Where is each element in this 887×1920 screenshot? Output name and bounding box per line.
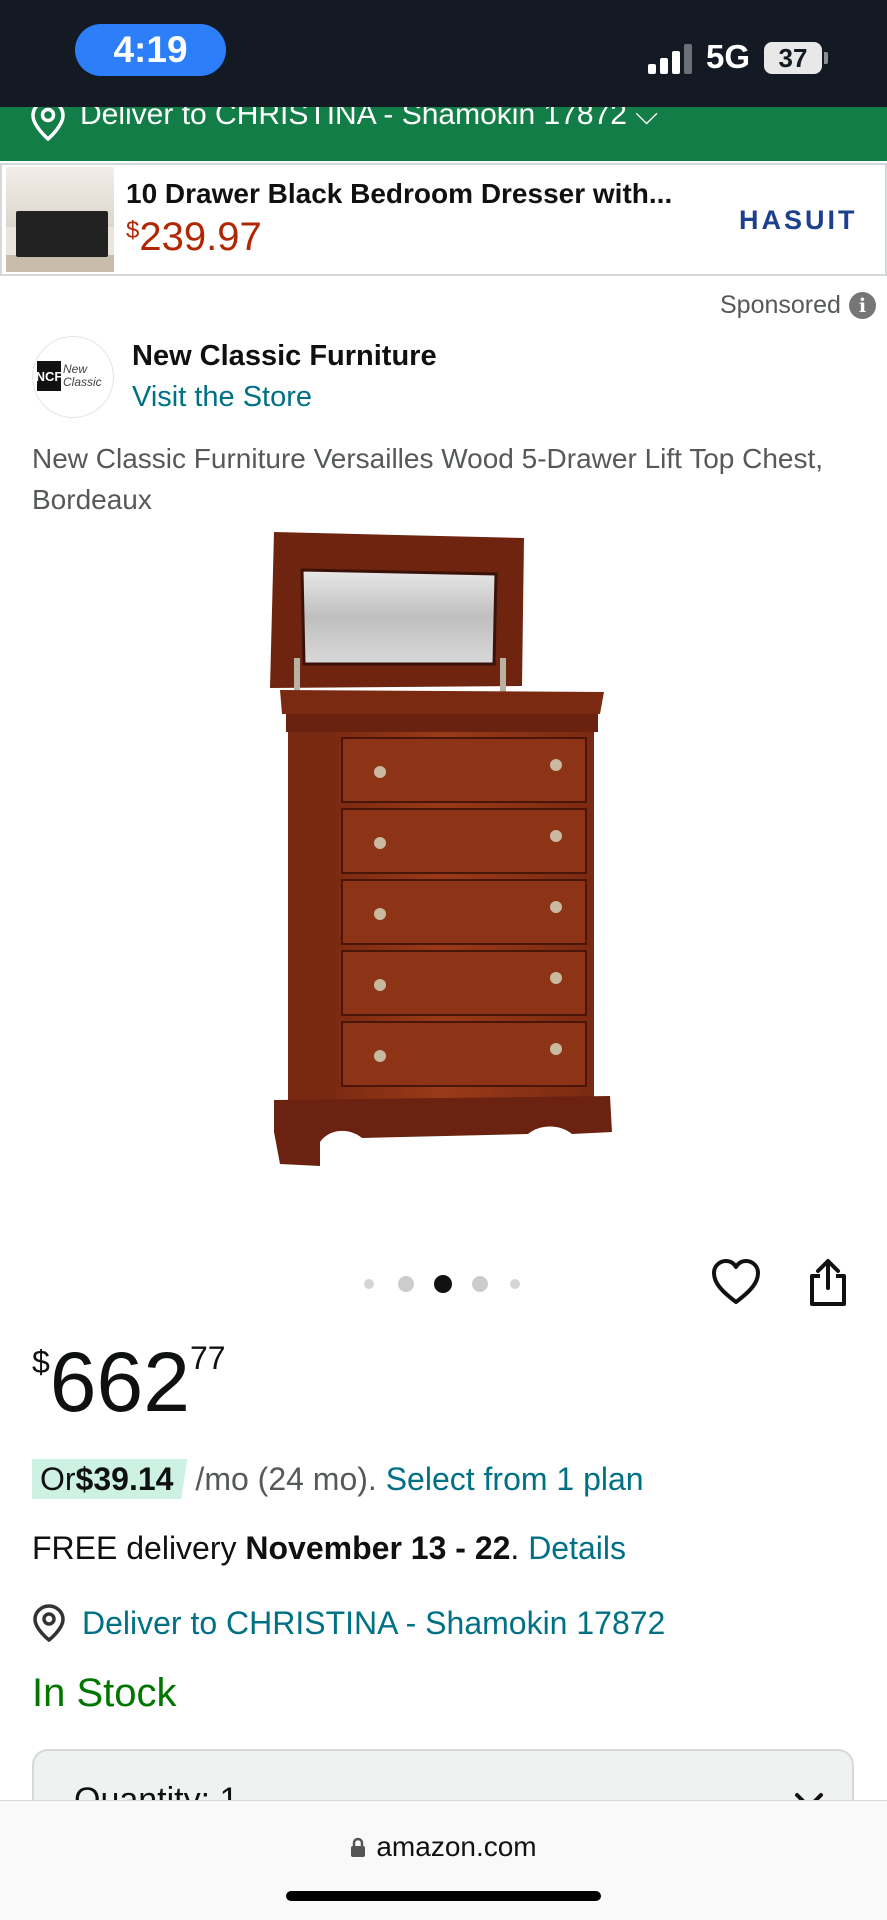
heart-icon[interactable] (710, 1258, 762, 1306)
status-bar: 4:19 5G 37 (0, 0, 887, 107)
url-display[interactable]: amazon.com (0, 1831, 887, 1863)
battery-icon: 37 (764, 42, 822, 74)
battery-tip (824, 52, 828, 64)
ad-price: $239.97 (126, 215, 262, 259)
lock-icon (351, 1837, 366, 1857)
visit-store-link[interactable]: Visit the Store (132, 381, 312, 414)
deliver-to-text: Deliver to CHRISTINA - Shamokin 17872 (82, 1604, 666, 1641)
ad-brand-logo: HASUIT (739, 205, 858, 235)
sponsored-text: Sponsored (720, 291, 841, 319)
network-type: 5G (706, 38, 751, 75)
deliver-to-text: Deliver to CHRISTINA - Shamokin 17872 (80, 107, 627, 131)
chevron-down-icon: ⌵ (635, 107, 658, 131)
browser-url-bar[interactable]: amazon.com (0, 1800, 887, 1920)
sponsored-ad-banner[interactable]: 10 Drawer Black Bedroom Dresser with... … (0, 163, 887, 276)
sponsored-label[interactable]: Sponsored i (720, 291, 876, 320)
delivery-info: FREE delivery November 13 - 22. Details (32, 1530, 626, 1566)
product-image[interactable] (260, 528, 620, 1178)
share-icon[interactable] (806, 1258, 850, 1308)
monthly-terms: /mo (24 mo). (195, 1460, 377, 1497)
url-text: amazon.com (376, 1831, 537, 1862)
monthly-payment: Or $39.14 /mo (24 mo). Select from 1 pla… (32, 1458, 644, 1500)
delivery-details-link[interactable]: Details (528, 1530, 626, 1566)
stock-status: In Stock (32, 1671, 177, 1715)
ad-title: 10 Drawer Black Bedroom Dresser with... (126, 178, 673, 209)
info-icon[interactable]: i (848, 292, 876, 319)
deliver-to-link[interactable]: Deliver to CHRISTINA - Shamokin 17872 (32, 1604, 665, 1642)
store-logo-wordmark: New Classic (63, 362, 102, 389)
store-logo-mark: NCF (36, 361, 62, 391)
select-plan-link[interactable]: Select from 1 plan (386, 1461, 644, 1498)
store-logo[interactable]: NCF New Classic (32, 336, 114, 418)
image-carousel-indicator[interactable] (364, 1272, 524, 1296)
time-display[interactable]: 4:19 (75, 24, 226, 76)
home-indicator[interactable] (286, 1891, 601, 1901)
product-price: $66277 (32, 1335, 226, 1429)
store-name: New Classic Furniture (132, 340, 437, 372)
cellular-signal-icon (648, 44, 693, 74)
location-pin-icon (31, 107, 65, 141)
location-pin-icon (33, 1604, 65, 1642)
ad-product-thumbnail (6, 167, 114, 272)
monthly-payment-badge: Or $39.14 (32, 1459, 188, 1499)
delivery-dates: November 13 - 22 (245, 1530, 511, 1566)
deliver-to-bar[interactable]: Deliver to CHRISTINA - Shamokin 17872 ⌵ (0, 107, 887, 161)
product-title: New Classic Furniture Versailles Wood 5-… (32, 443, 824, 515)
